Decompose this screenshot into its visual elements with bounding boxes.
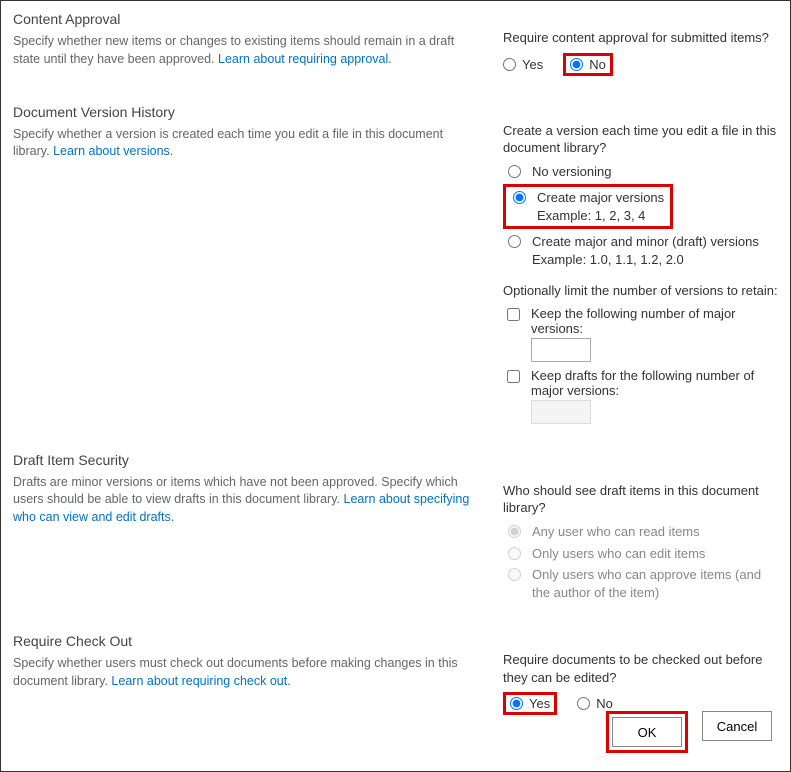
section-content-approval: Content Approval Specify whether new ite…: [13, 11, 778, 76]
version-history-desc: Specify whether a version is created eac…: [13, 126, 483, 161]
radio-ver-minor[interactable]: [508, 235, 521, 248]
content-approval-title: Content Approval: [13, 11, 483, 27]
settings-panel: Content Approval Specify whether new ite…: [0, 0, 791, 772]
draft-question: Who should see draft items in this docum…: [503, 482, 778, 517]
radio-ca-no[interactable]: [570, 58, 583, 71]
content-approval-yes[interactable]: Yes: [503, 57, 543, 72]
version-limit-label: Optionally limit the number of versions …: [503, 282, 778, 300]
radio-ds-any: [508, 525, 521, 538]
input-draft-count: [531, 400, 591, 424]
version-history-title: Document Version History: [13, 104, 483, 120]
highlight-checkout-yes: Yes: [503, 692, 557, 715]
content-approval-desc: Specify whether new items or changes to …: [13, 33, 483, 68]
version-opt-major[interactable]: Create major versions Example: 1, 2, 3, …: [508, 189, 664, 224]
draft-security-title: Draft Item Security: [13, 452, 483, 468]
section-version-history: Document Version History Specify whether…: [13, 104, 778, 424]
radio-ver-none[interactable]: [508, 165, 521, 178]
chk-draft-versions[interactable]: Keep drafts for the following number of …: [503, 368, 778, 424]
radio-co-no[interactable]: [577, 697, 590, 710]
version-opt-minor[interactable]: Create major and minor (draft) versions …: [503, 233, 778, 268]
highlight-ca-no: No: [563, 53, 613, 76]
link-checkout[interactable]: Learn about requiring check out.: [111, 674, 290, 688]
draft-opt-any: Any user who can read items: [503, 523, 778, 541]
section-draft-security: Draft Item Security Drafts are minor ver…: [13, 452, 778, 605]
radio-co-yes[interactable]: [510, 697, 523, 710]
link-versions[interactable]: Learn about versions.: [53, 144, 173, 158]
checkbox-drafts[interactable]: [507, 370, 520, 383]
version-opt-none[interactable]: No versioning: [503, 163, 778, 181]
content-approval-question: Require content approval for submitted i…: [503, 29, 778, 47]
version-question: Create a version each time you edit a fi…: [503, 122, 778, 157]
checkout-title: Require Check Out: [13, 633, 483, 649]
radio-ds-edit: [508, 547, 521, 560]
link-requiring-approval[interactable]: Learn about requiring approval.: [218, 52, 392, 66]
radio-ca-yes[interactable]: [503, 58, 516, 71]
checkbox-major[interactable]: [507, 308, 520, 321]
checkout-no[interactable]: No: [577, 696, 613, 711]
content-approval-no[interactable]: No: [570, 57, 606, 72]
checkout-yes[interactable]: Yes: [510, 696, 550, 711]
highlight-ver-major: Create major versions Example: 1, 2, 3, …: [503, 184, 673, 229]
radio-ds-approve: [508, 568, 521, 581]
button-row: OK Cancel: [606, 711, 772, 753]
section-checkout: Require Check Out Specify whether users …: [13, 633, 778, 715]
highlight-ok: OK: [606, 711, 688, 753]
cancel-button[interactable]: Cancel: [702, 711, 772, 741]
input-major-count[interactable]: [531, 338, 591, 362]
draft-opt-edit: Only users who can edit items: [503, 545, 778, 563]
checkout-question: Require documents to be checked out befo…: [503, 651, 778, 686]
chk-major-versions[interactable]: Keep the following number of major versi…: [503, 306, 778, 362]
draft-opt-approve: Only users who can approve items (and th…: [503, 566, 778, 601]
draft-security-desc: Drafts are minor versions or items which…: [13, 474, 483, 527]
radio-ver-major[interactable]: [513, 191, 526, 204]
checkout-desc: Specify whether users must check out doc…: [13, 655, 483, 690]
ok-button[interactable]: OK: [612, 717, 682, 747]
